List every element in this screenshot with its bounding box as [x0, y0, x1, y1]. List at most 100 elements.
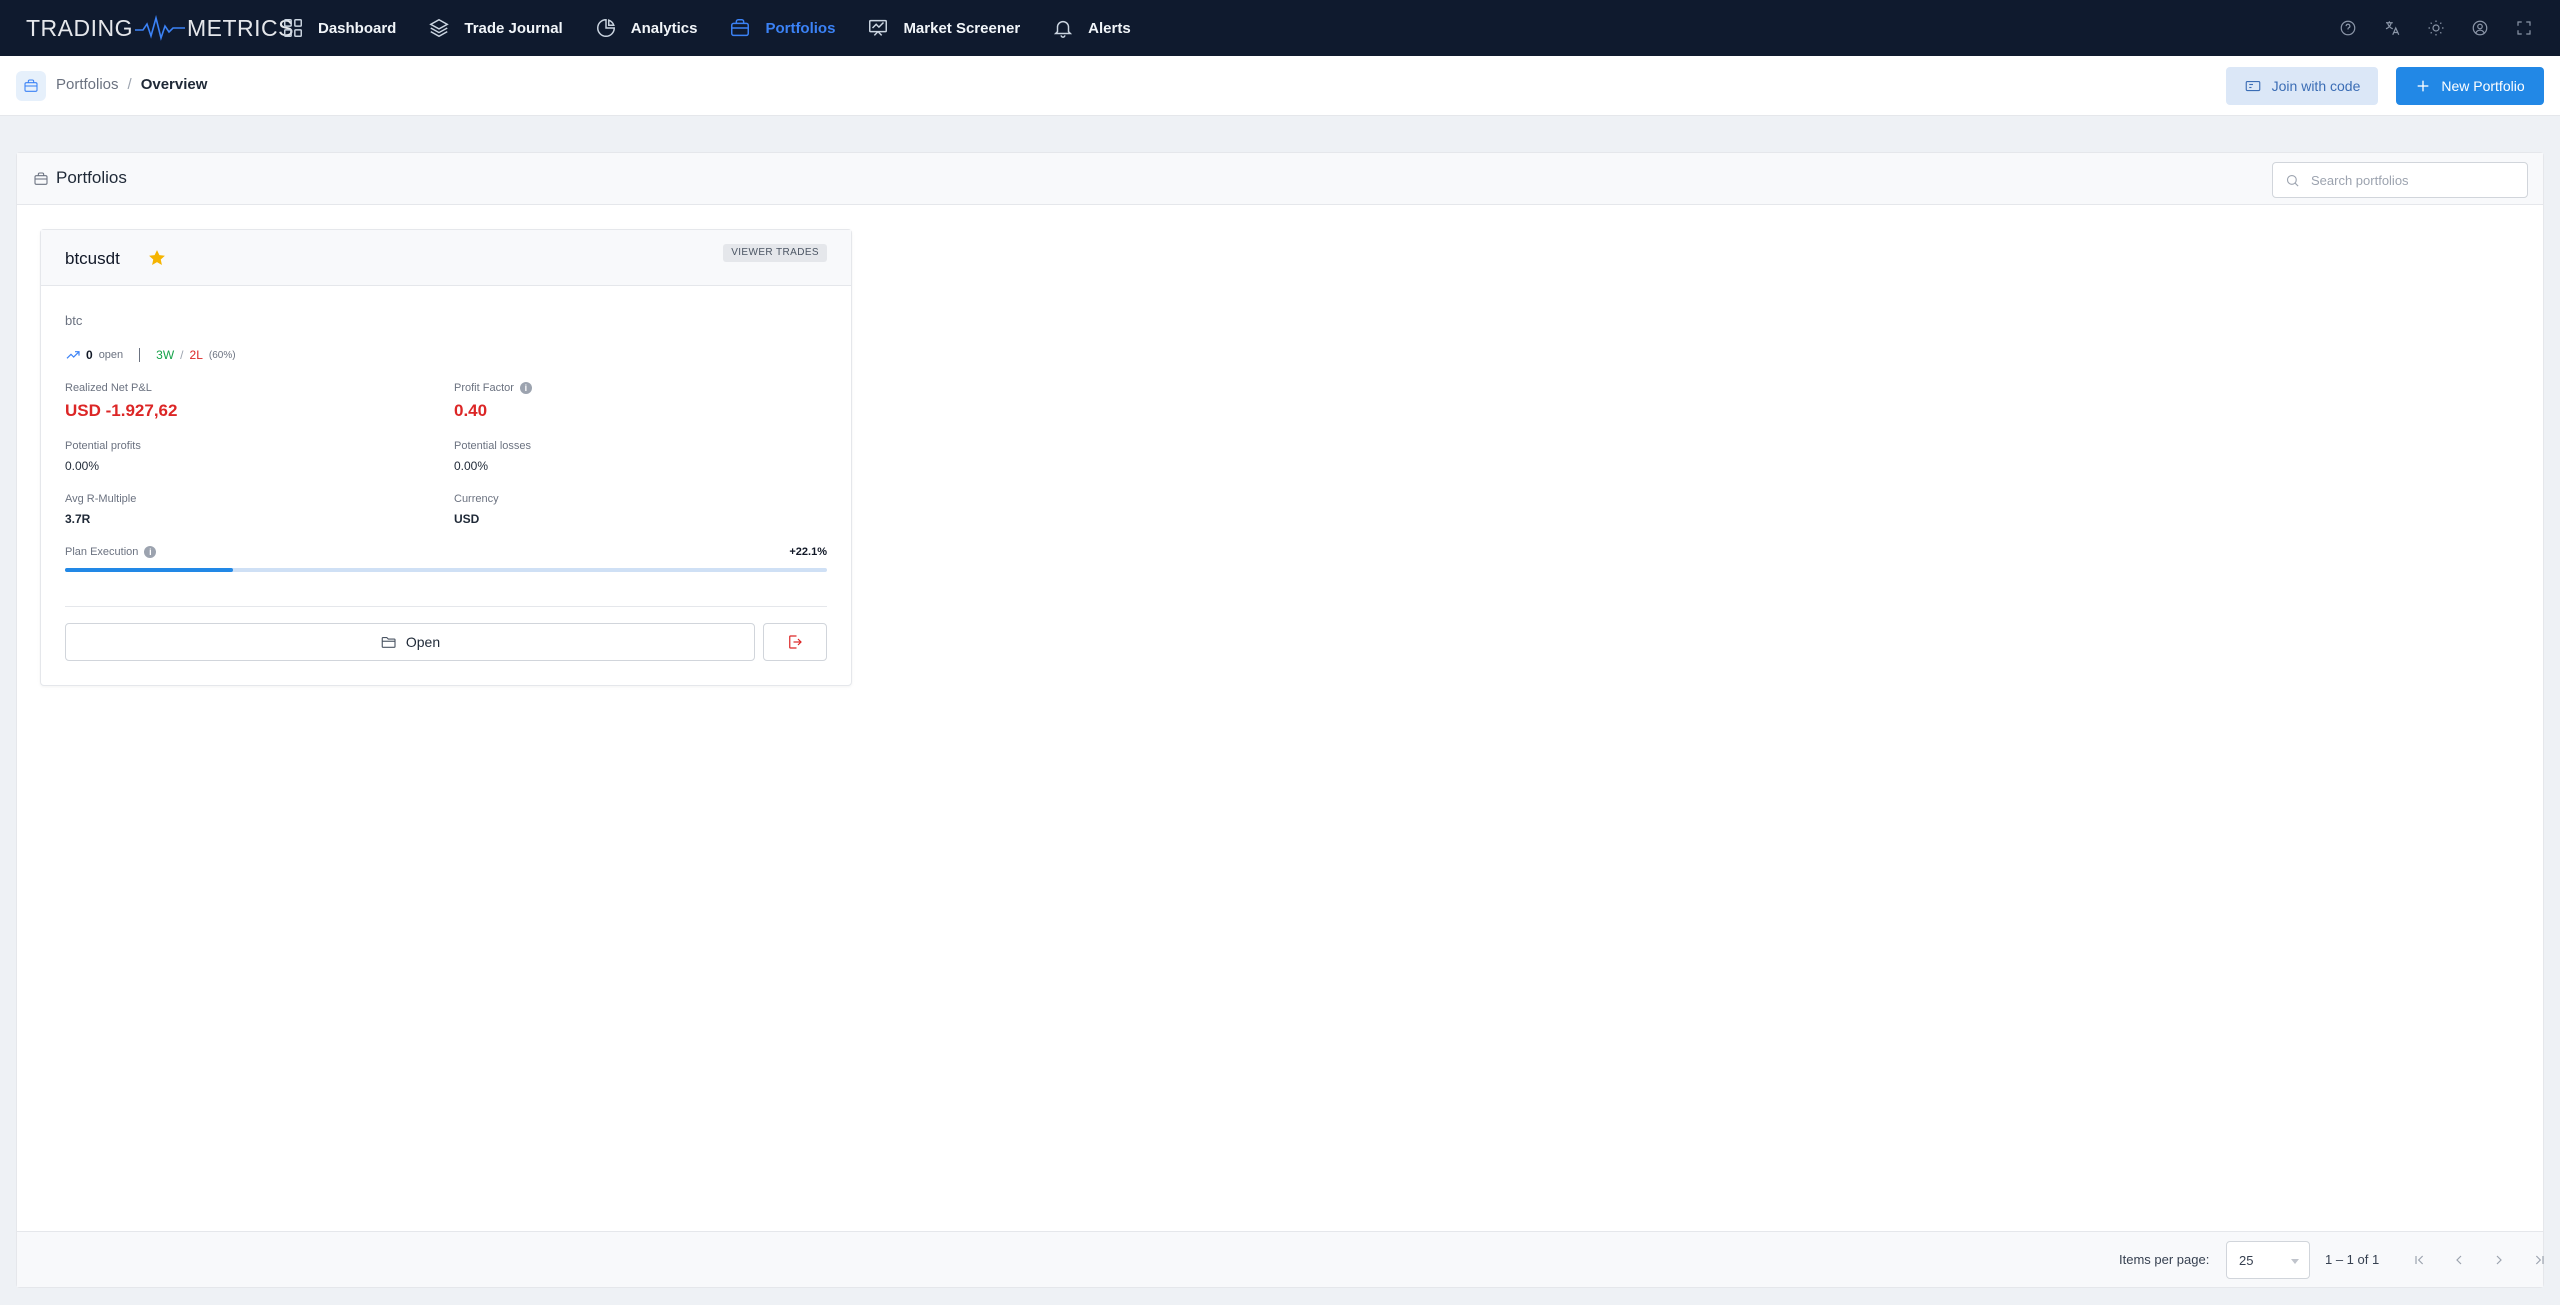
nav-item-analytics[interactable]: Analytics	[595, 0, 698, 56]
new-portfolio-label: New Portfolio	[2441, 78, 2525, 94]
panel-header: Portfolios	[17, 153, 2543, 205]
theme-sun-icon	[2428, 20, 2444, 36]
portfolio-description: btc	[65, 313, 83, 328]
nav-utility-icons	[2326, 0, 2546, 56]
plan-execution-progress	[65, 568, 827, 572]
fullscreen-button[interactable]	[2502, 6, 2546, 50]
nav-item-portfolios[interactable]: Portfolios	[729, 0, 835, 56]
page-size-select[interactable]: 25	[2226, 1241, 2310, 1279]
potential-profits-value: 0.00%	[65, 459, 100, 473]
items-per-page-label: Items per page:	[2119, 1252, 2210, 1267]
help-icon	[2340, 20, 2356, 36]
chevron-down-icon	[2291, 1259, 2299, 1264]
avg-r-multiple-value: 3.7R	[65, 512, 91, 526]
chevron-left-icon	[2456, 1255, 2462, 1265]
star-icon[interactable]	[147, 248, 167, 268]
leave-portfolio-button[interactable]	[763, 623, 827, 661]
ticket-icon	[2245, 80, 2260, 92]
panel-title: Portfolios	[56, 168, 127, 187]
search-box	[2272, 162, 2528, 198]
breadcrumb-bar: Portfolios / Overview Join with code New…	[0, 56, 2560, 116]
realized-pnl-label: Realized Net P&L	[65, 382, 152, 394]
nav-item-dashboard[interactable]: Dashboard	[282, 0, 396, 56]
losses-count: 2L	[189, 348, 203, 362]
fullscreen-icon	[2517, 21, 2531, 35]
search-input[interactable]	[2311, 163, 2521, 197]
portfolios-section-icon	[16, 71, 46, 101]
presentation-chart-icon	[869, 19, 888, 36]
nav-label: Analytics	[630, 19, 698, 37]
realized-pnl-value: USD -1.927,62	[65, 401, 178, 420]
info-icon[interactable]: i	[519, 382, 532, 394]
nav-item-alerts[interactable]: Alerts	[1052, 0, 1131, 56]
wins-losses-separator: /	[180, 348, 184, 362]
nav-label: Alerts	[1088, 19, 1131, 37]
join-with-code-button[interactable]: Join with code	[2226, 67, 2378, 105]
help-button[interactable]	[2326, 6, 2370, 50]
grid-icon	[284, 19, 302, 37]
account-icon	[2472, 20, 2488, 36]
first-page-icon	[2415, 1255, 2424, 1265]
profit-factor-value: 0.40	[454, 401, 488, 420]
potential-losses-label: Potential losses	[454, 440, 532, 452]
open-portfolio-button[interactable]: Open	[65, 623, 755, 661]
realized-pnl-metric: Realized Net P&L USD -1.927,62	[65, 382, 177, 421]
win-rate: (60%)	[208, 349, 236, 361]
info-icon[interactable]: i	[144, 546, 157, 558]
plus-icon	[2418, 80, 2429, 92]
portfolios-panel: Portfolios btcusdt VIEWER TRADES btc 0 o…	[16, 152, 2544, 1288]
plan-execution-progress-fill	[65, 568, 234, 572]
potential-losses-value: 0.00%	[454, 459, 489, 473]
potential-profits-label: Potential profits	[65, 440, 141, 452]
page-range-label: 1 – 1 of 1	[2325, 1252, 2380, 1267]
breadcrumb: Portfolios / Overview	[56, 76, 207, 93]
exit-icon	[789, 635, 802, 649]
breadcrumb-separator: /	[127, 76, 132, 93]
trending-up-icon	[66, 351, 80, 359]
plan-execution-value: +22.1%	[789, 546, 827, 558]
logo-wave-icon	[135, 14, 185, 41]
first-page-button[interactable]	[2408, 1248, 2432, 1272]
folder-open-icon	[381, 636, 396, 648]
logo-text-left: TRADING	[26, 14, 133, 41]
nav-label: Portfolios	[765, 19, 836, 37]
currency-metric: Currency USD	[454, 493, 499, 526]
briefcase-icon	[731, 19, 750, 37]
profit-factor-label: Profit Factor	[454, 382, 514, 394]
theme-toggle[interactable]	[2414, 6, 2458, 50]
paginator: Items per page: 25 1 – 1 of 1	[17, 1231, 2544, 1287]
app-logo[interactable]: TRADING METRICS	[26, 14, 294, 42]
nav-label: Dashboard	[318, 19, 397, 37]
briefcase-icon	[33, 171, 49, 187]
breadcrumb-current: Overview	[140, 76, 208, 93]
plan-execution-label: Plan Execution	[65, 546, 139, 558]
plan-execution-label-wrap: Plan Execution i	[65, 546, 157, 558]
currency-value: USD	[454, 512, 480, 526]
nav-label: Trade Journal	[464, 19, 563, 37]
wins-count: 3W	[156, 348, 175, 362]
previous-page-button[interactable]	[2447, 1248, 2471, 1272]
potential-profits-metric: Potential profits 0.00%	[65, 440, 141, 473]
nav-item-trade-journal[interactable]: Trade Journal	[428, 0, 563, 56]
next-page-button[interactable]	[2487, 1248, 2511, 1272]
join-label: Join with code	[2271, 78, 2361, 94]
new-portfolio-button[interactable]: New Portfolio	[2396, 67, 2544, 105]
account-button[interactable]	[2458, 6, 2502, 50]
avg-r-multiple-label: Avg R-Multiple	[65, 493, 137, 505]
avg-r-multiple-metric: Avg R-Multiple 3.7R	[65, 493, 136, 526]
nav-label: Market Screener	[903, 19, 1021, 37]
profit-factor-metric: Profit Factor i 0.40	[454, 382, 532, 421]
portfolio-card: btcusdt VIEWER TRADES btc 0 open 3W / 2L…	[40, 229, 852, 686]
last-page-button[interactable]	[2527, 1248, 2551, 1272]
nav-item-market-screener[interactable]: Market Screener	[867, 0, 1020, 56]
card-divider	[65, 606, 827, 607]
main-nav: Dashboard Trade Journal Analytics Portfo…	[282, 0, 1163, 56]
stats-divider	[139, 348, 141, 362]
breadcrumb-portfolios-link[interactable]: Portfolios	[56, 76, 119, 93]
briefcase-icon	[24, 79, 38, 92]
portfolio-card-header: btcusdt VIEWER TRADES	[41, 230, 851, 286]
page-size-value: 25	[2239, 1253, 2254, 1268]
bell-icon	[1054, 20, 1073, 38]
open-count: 0	[86, 348, 93, 362]
language-button[interactable]	[2370, 6, 2414, 50]
